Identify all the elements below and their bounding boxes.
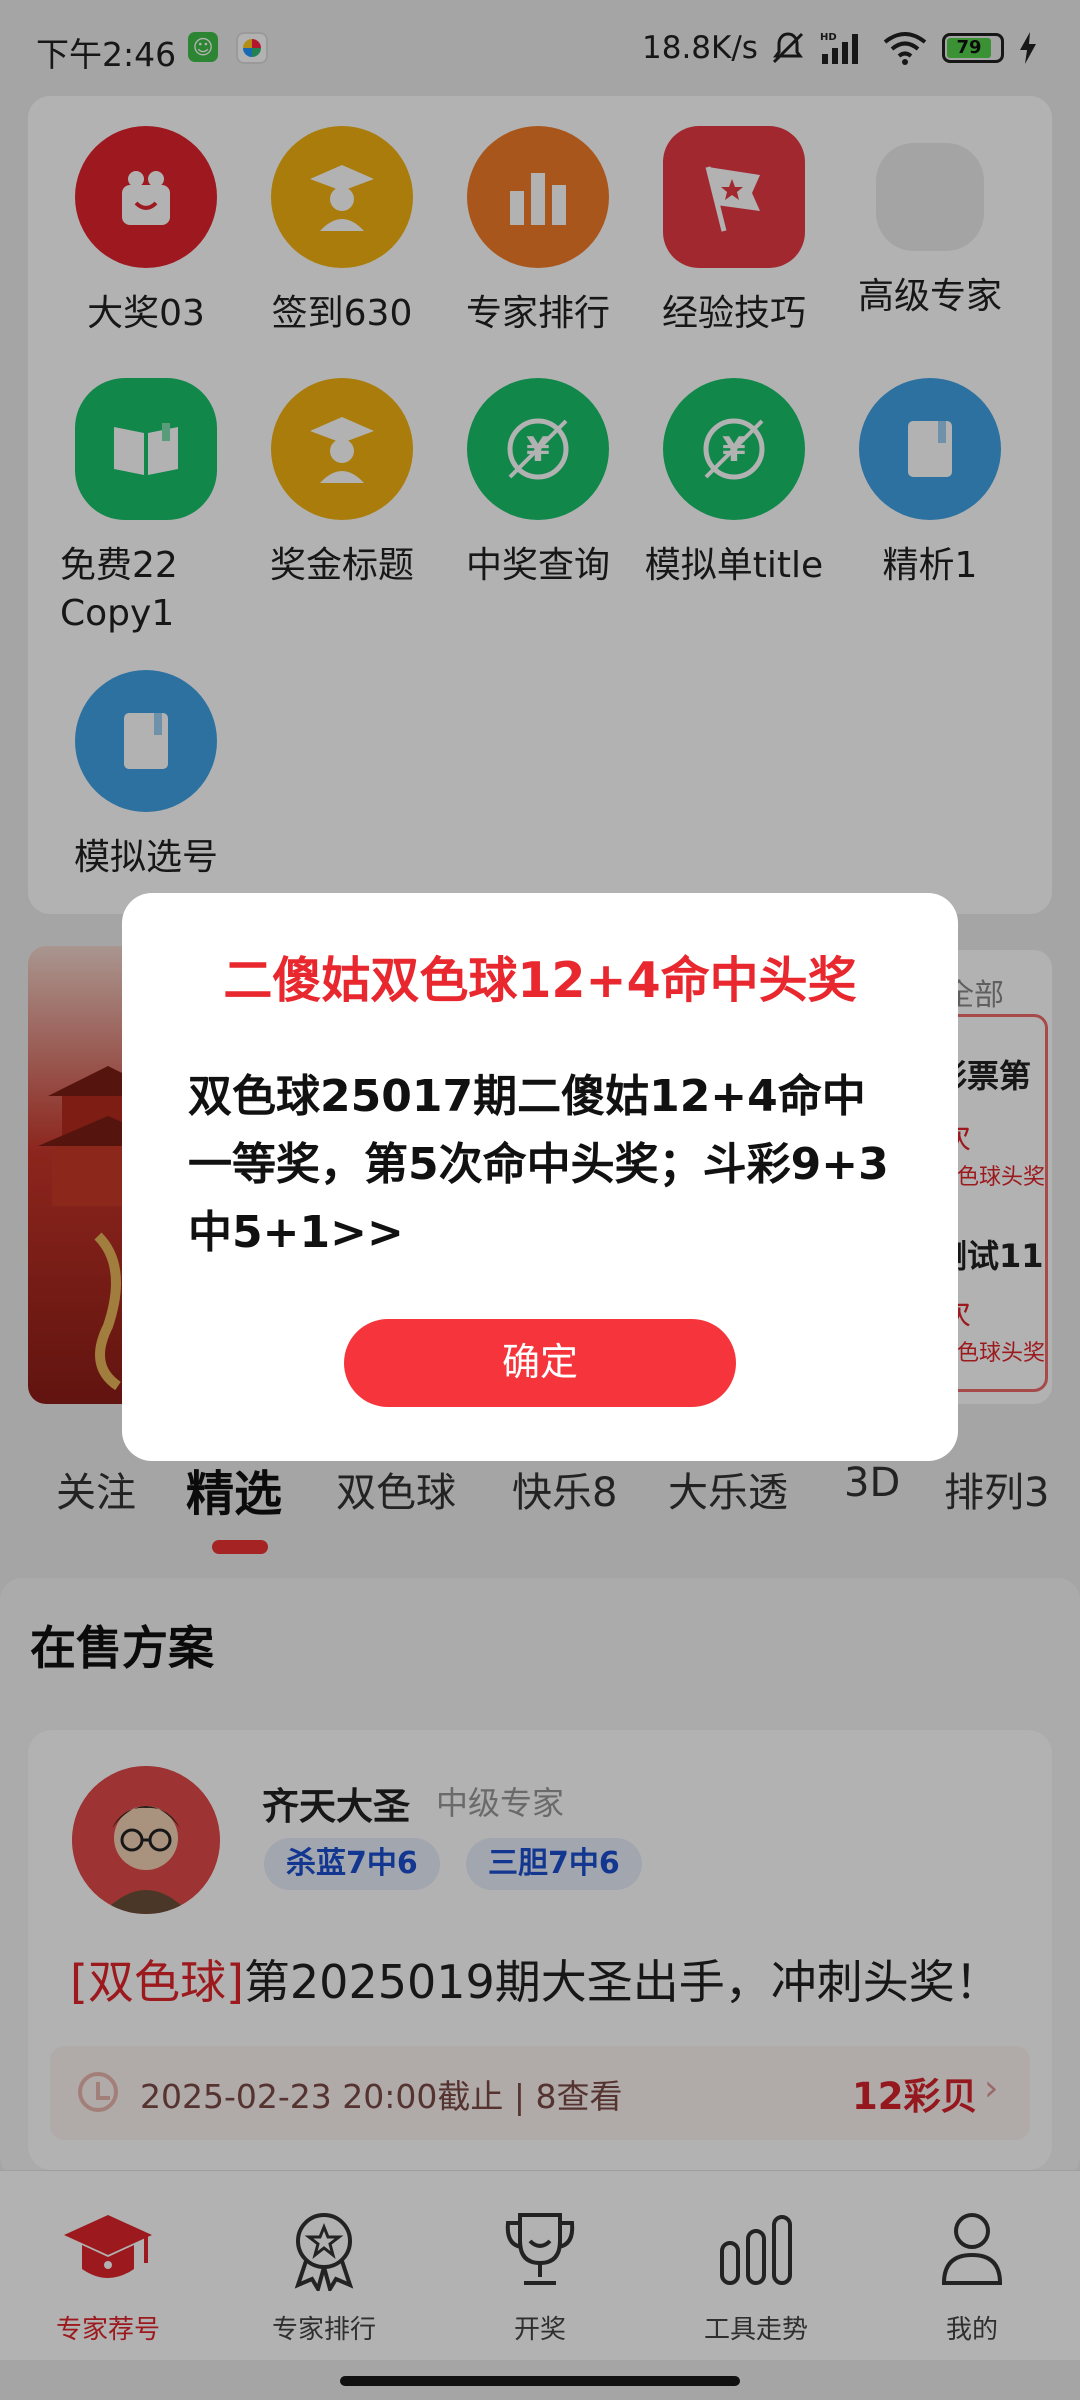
announcement-dialog: 二傻姑双色球12+4命中头奖 双色球25017期二傻姑12+4命中一等奖，第5次…: [122, 893, 958, 1461]
confirm-button[interactable]: 确定: [344, 1319, 736, 1407]
home-indicator[interactable]: [340, 2376, 740, 2386]
dialog-message[interactable]: 双色球25017期二傻姑12+4命中一等奖，第5次命中头奖；斗彩9+3中5+1>…: [188, 1063, 898, 1267]
dialog-title: 二傻姑双色球12+4命中头奖: [223, 952, 857, 1009]
